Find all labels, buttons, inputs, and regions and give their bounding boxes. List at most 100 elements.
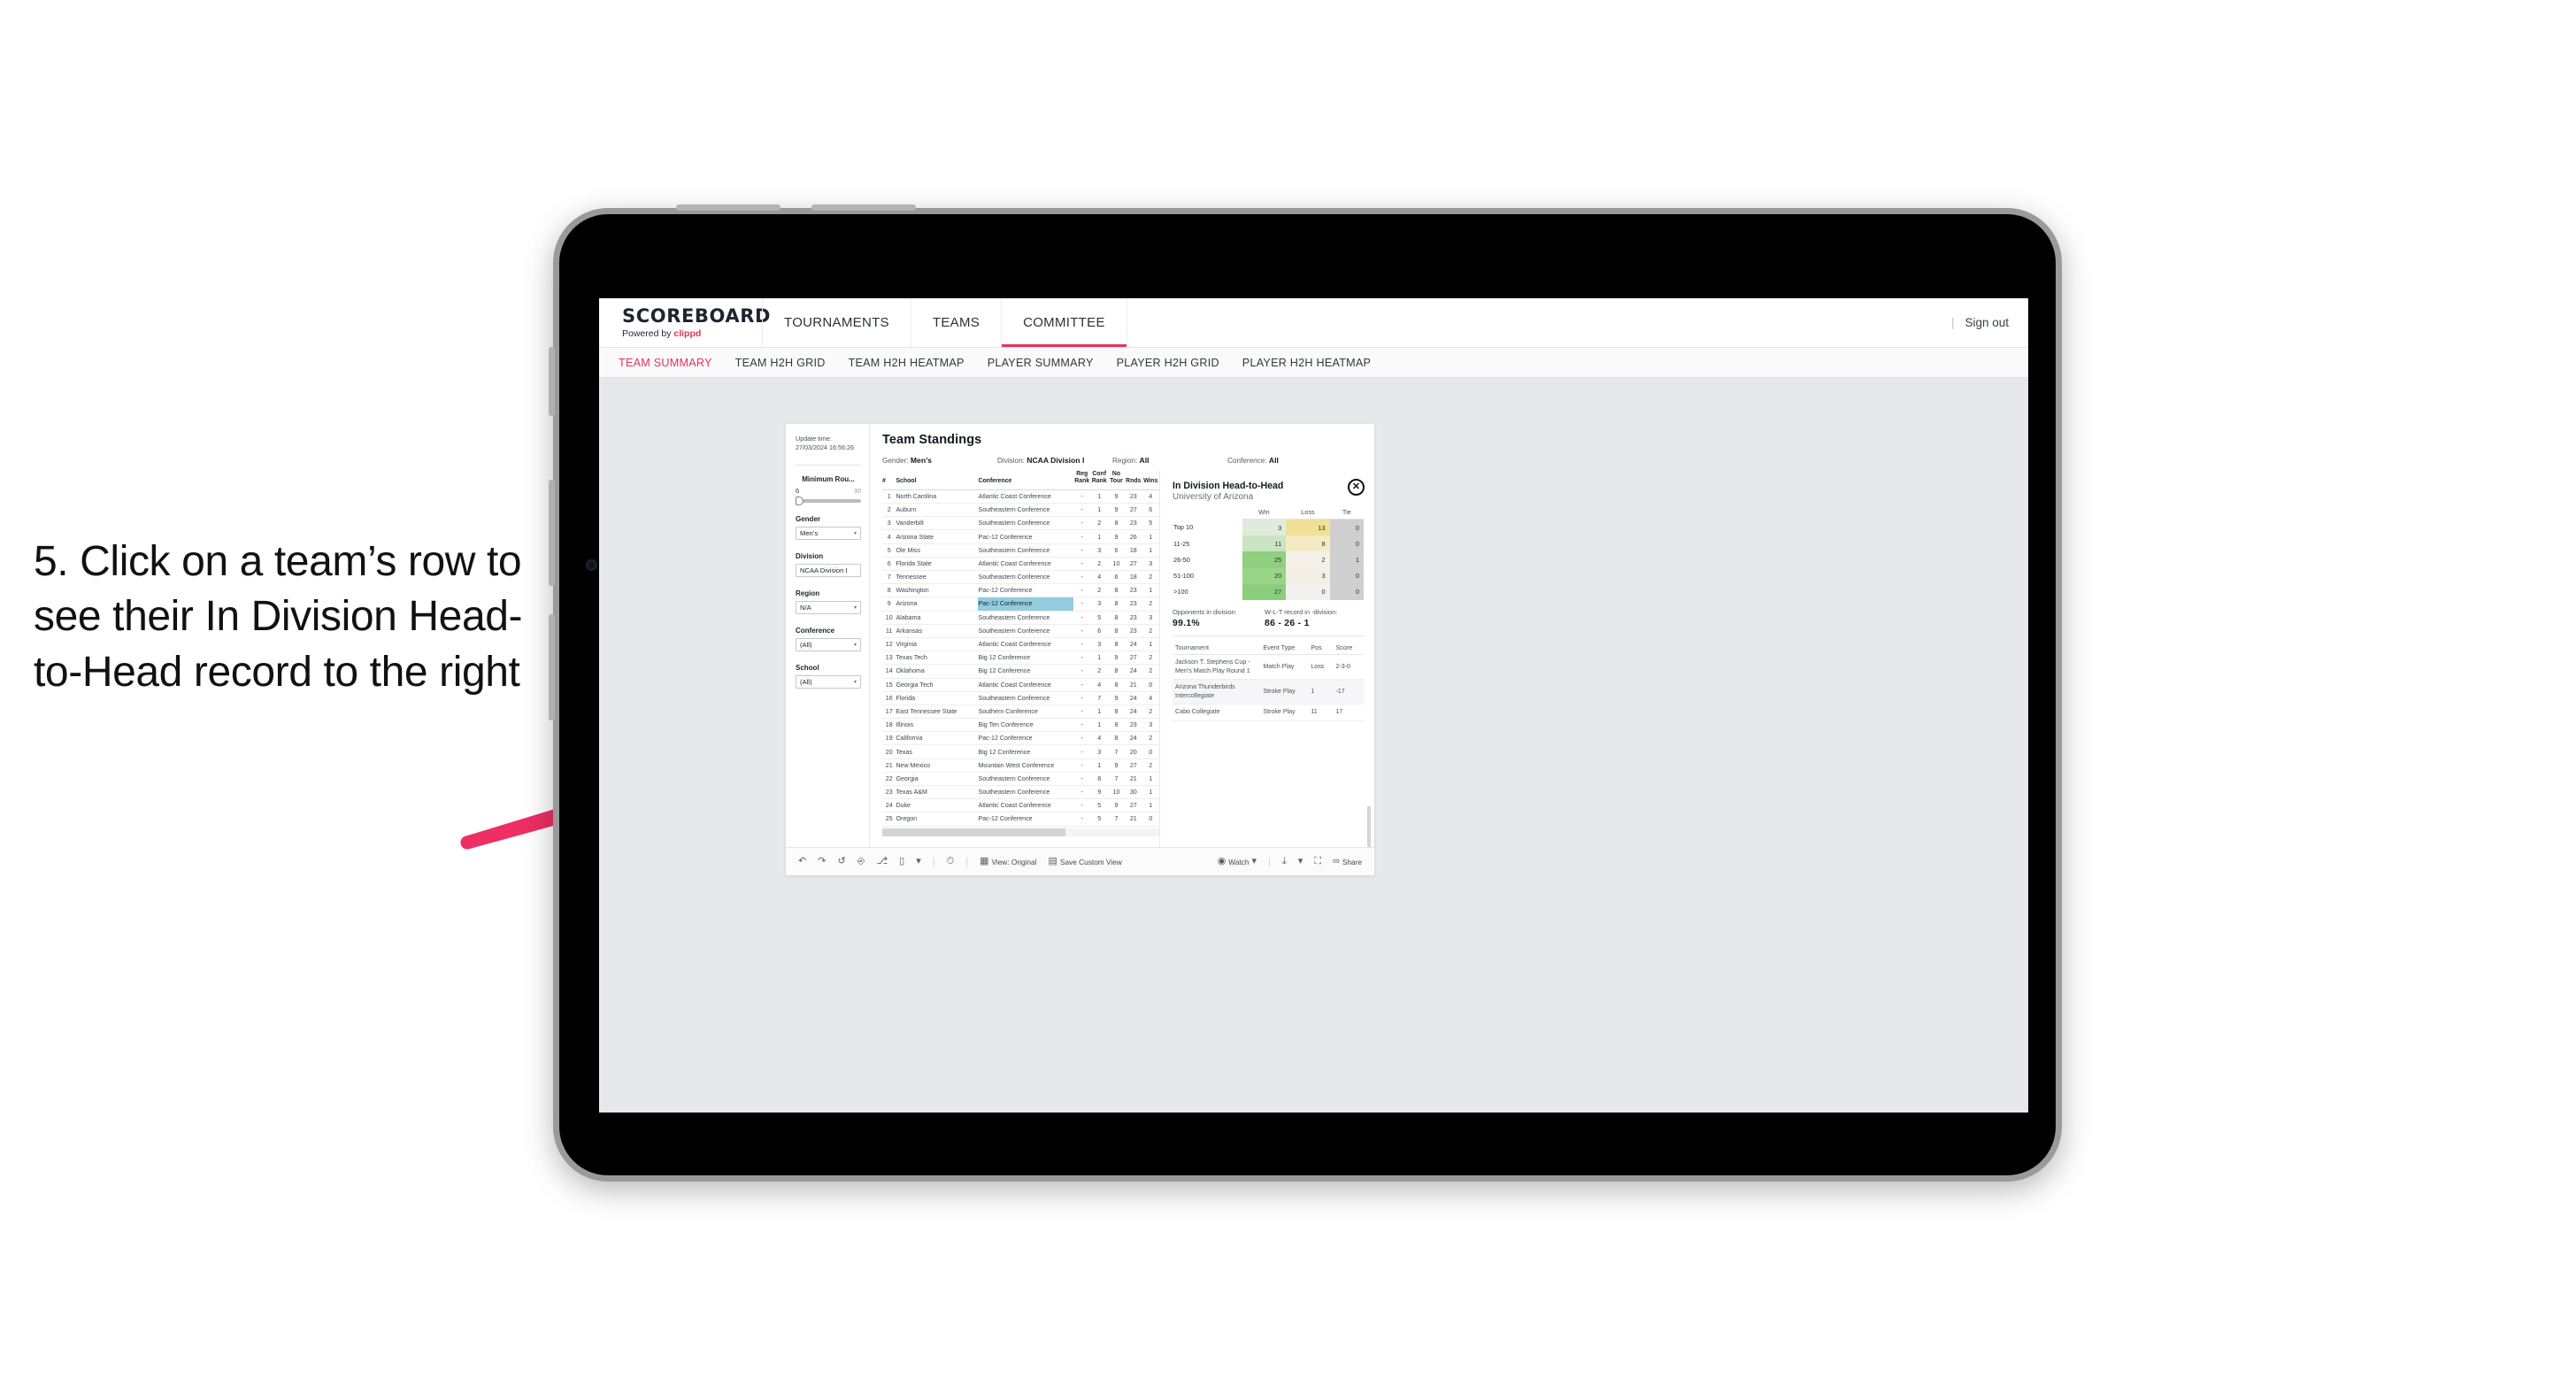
download-icon[interactable]: ⤓ xyxy=(1282,857,1287,866)
th-conf-rank[interactable]: Conf Rank xyxy=(1090,471,1108,490)
tournament-row[interactable]: Cabo Collegiate Stroke Play 11 17 xyxy=(1173,704,1364,721)
tab-player-summary[interactable]: PLAYER SUMMARY xyxy=(988,357,1094,369)
th-event-type[interactable]: Event Type xyxy=(1260,640,1309,655)
th-rank[interactable]: # xyxy=(882,471,896,490)
table-row[interactable]: 24 Duke Atlantic Coast Conference -5 9 27 1 xyxy=(882,798,1159,813)
cell-wins: 4 xyxy=(1142,489,1159,504)
min-rounds-values: 6 30 xyxy=(796,487,861,495)
tab-team-h2h-grid[interactable]: TEAM H2H GRID xyxy=(735,357,826,369)
table-horizontal-scrollbar[interactable] xyxy=(882,828,1159,836)
tablet-device: SCOREBOARD Powered by clippd TOURNAMENTS… xyxy=(549,204,2062,1182)
table-row[interactable]: 12 Virginia Atlantic Coast Conference -3 8 24… xyxy=(882,637,1159,652)
min-rounds-min: 6 xyxy=(796,486,800,495)
th-rnds[interactable]: Rnds xyxy=(1125,471,1142,490)
th-tournament[interactable]: Tournament xyxy=(1173,640,1261,655)
table-row[interactable]: 14 Oklahoma Big 12 Conference -2 8 24 2 xyxy=(882,664,1159,679)
table-row[interactable]: 7 Tennessee Southeastern Conference -4 6 18 2 xyxy=(882,570,1159,585)
table-row[interactable]: 1 North Carolina Atlantic Coast Conference… xyxy=(882,489,1159,504)
cell-school: Washington xyxy=(896,583,979,598)
th-pos[interactable]: Pos xyxy=(1308,640,1334,655)
save-custom-view-button[interactable]: ▤ Save Custom View xyxy=(1049,857,1122,866)
cell-conf-rank: 8 xyxy=(1090,772,1108,787)
th-score[interactable]: Score xyxy=(1333,640,1364,655)
pause-icon[interactable]: ⎆ xyxy=(857,857,865,866)
school-select[interactable]: (All) ▾ xyxy=(796,674,861,689)
cell-no-tour: 7 xyxy=(1107,812,1126,827)
stat-record-label: W-L-T record in -division: xyxy=(1265,607,1338,616)
table-row[interactable]: 23 Texas A&M Southeastern Conference -9 10 30… xyxy=(882,785,1159,800)
cell-reg-rank: - xyxy=(1073,489,1091,504)
watch-button[interactable]: ◉ Watch ▾ xyxy=(1218,857,1257,866)
tab-team-h2h-heatmap[interactable]: TEAM H2H HEATMAP xyxy=(849,357,965,369)
brand-tagline: Powered by clippd xyxy=(622,328,763,339)
table-row[interactable]: 4 Arizona State Pac-12 Conference -1 9 26 1 xyxy=(882,529,1159,544)
tournament-row[interactable]: Arizona Thunderbirds Intercollegiate Stro… xyxy=(1173,679,1364,705)
table-row[interactable]: 8 Washington Pac-12 Conference -2 8 23 1 xyxy=(882,583,1159,598)
min-rounds-label: Minimum Rou... xyxy=(802,474,855,483)
th-reg-rank[interactable]: Reg Rank xyxy=(1073,471,1091,490)
conference-select[interactable]: (All) ▾ xyxy=(796,637,861,651)
region-select[interactable]: N/A ▾ xyxy=(796,600,861,614)
th-no-tour[interactable]: No Tour xyxy=(1107,471,1126,490)
tournament-row[interactable]: Jackson T. Stephens Cup - Men’s Match Pl… xyxy=(1173,654,1364,681)
table-row[interactable]: 17 East Tennessee State Southern Conferenc… xyxy=(882,705,1159,720)
tournament-vertical-scrollbar[interactable] xyxy=(1367,806,1371,847)
th-conference[interactable]: Conference xyxy=(978,471,1073,490)
device-button-top xyxy=(549,347,555,416)
table-row[interactable]: 11 Arkansas Southeastern Conference -6 8 23 2 xyxy=(882,624,1159,638)
cell-no-tour: 9 xyxy=(1107,798,1126,813)
cell-rank: 16 xyxy=(882,691,896,705)
sign-out-link[interactable]: Sign out xyxy=(1965,316,2009,329)
table-row[interactable]: 2 Auburn Southeastern Conference -1 9 27 6 xyxy=(882,503,1159,518)
table-row[interactable]: 20 Texas Big 12 Conference -3 7 20 0 xyxy=(882,744,1159,759)
chevron-down-icon[interactable]: ▾ xyxy=(916,857,921,866)
nav-committee[interactable]: COMMITTEE xyxy=(1001,298,1127,347)
redo-icon[interactable]: ↷ xyxy=(818,857,826,866)
table-row[interactable]: 9 Arizona Pac-12 Conference -3 8 23 2 xyxy=(882,597,1159,612)
view-original-button[interactable]: ▦ View: Original xyxy=(980,857,1036,866)
rectangle-select-icon[interactable]: ▯ xyxy=(899,857,904,866)
cell-rnds: 24 xyxy=(1125,731,1142,746)
table-row[interactable]: 10 Alabama Southeastern Conference -5 8 23 3 xyxy=(882,611,1159,625)
table-row[interactable]: 25 Oregon Pac-12 Conference -5 7 21 0 xyxy=(882,812,1159,827)
table-row[interactable]: 19 California Pac-12 Conference -4 8 24 2 xyxy=(882,731,1159,746)
cell-rank: 23 xyxy=(882,785,896,800)
min-rounds-slider[interactable] xyxy=(796,496,861,505)
cell-school: Vanderbilt xyxy=(896,516,979,531)
close-icon[interactable]: ✕ xyxy=(1348,479,1365,496)
th-school[interactable]: School xyxy=(896,471,979,490)
scrollbar-thumb[interactable] xyxy=(882,828,1065,836)
table-row[interactable]: 5 Ole Miss Southeastern Conference -3 6 18 1 xyxy=(882,543,1159,558)
tab-player-h2h-heatmap[interactable]: PLAYER H2H HEATMAP xyxy=(1242,357,1371,369)
table-row[interactable]: 3 Vanderbilt Southeastern Conference -2 8 23 5 xyxy=(882,516,1159,531)
chevron-down-icon[interactable]: ▾ xyxy=(1298,857,1303,866)
resume-icon[interactable]: ⎇ xyxy=(876,857,888,866)
clock-icon[interactable]: ⏱ xyxy=(947,857,955,866)
standings-head: # School Conference Reg Rank Conf Rank No T… xyxy=(882,471,1159,490)
table-row[interactable]: 21 New Mexico Mountain West Conference -1 9 2… xyxy=(882,758,1159,773)
table-row[interactable]: 22 Georgia Southeastern Conference -8 7 21 1 xyxy=(882,772,1159,787)
nav-teams[interactable]: TEAMS xyxy=(910,298,1003,347)
slider-thumb[interactable] xyxy=(796,496,804,505)
undo-icon[interactable]: ↶ xyxy=(798,857,806,866)
cell-wins: 2 xyxy=(1142,597,1159,612)
table-row[interactable]: 16 Florida Southeastern Conference -7 9 24 4 xyxy=(882,691,1159,705)
share-button[interactable]: ∞ Share xyxy=(1333,857,1362,866)
table-row[interactable]: 13 Texas Tech Big 12 Conference -1 9 27 2 xyxy=(882,651,1159,666)
division-select[interactable]: NCAA Division I xyxy=(796,563,861,577)
gender-select[interactable]: Men’s ▾ xyxy=(796,526,861,540)
cell-rank: 14 xyxy=(882,664,896,679)
tab-team-summary[interactable]: TEAM SUMMARY xyxy=(619,357,712,369)
cell-conf-rank: 4 xyxy=(1090,570,1108,585)
cell-school: Oregon xyxy=(896,812,979,827)
table-row[interactable]: 15 Georgia Tech Atlantic Coast Conference -… xyxy=(882,678,1159,692)
th-wins[interactable]: Wins xyxy=(1142,471,1159,490)
gender-value: Men’s xyxy=(800,528,819,537)
table-row[interactable]: 18 Illinois Big Ten Conference -1 8 23 3 xyxy=(882,718,1159,733)
fullscreen-icon[interactable]: ⛶ xyxy=(1314,857,1321,866)
table-row[interactable]: 6 Florida State Atlantic Coast Conference -… xyxy=(882,557,1159,572)
filter-division: Division NCAA Division I xyxy=(796,552,861,577)
nav-tournaments[interactable]: TOURNAMENTS xyxy=(762,298,911,347)
tab-player-h2h-grid[interactable]: PLAYER H2H GRID xyxy=(1117,357,1219,369)
revert-icon[interactable]: ↺ xyxy=(837,857,845,866)
